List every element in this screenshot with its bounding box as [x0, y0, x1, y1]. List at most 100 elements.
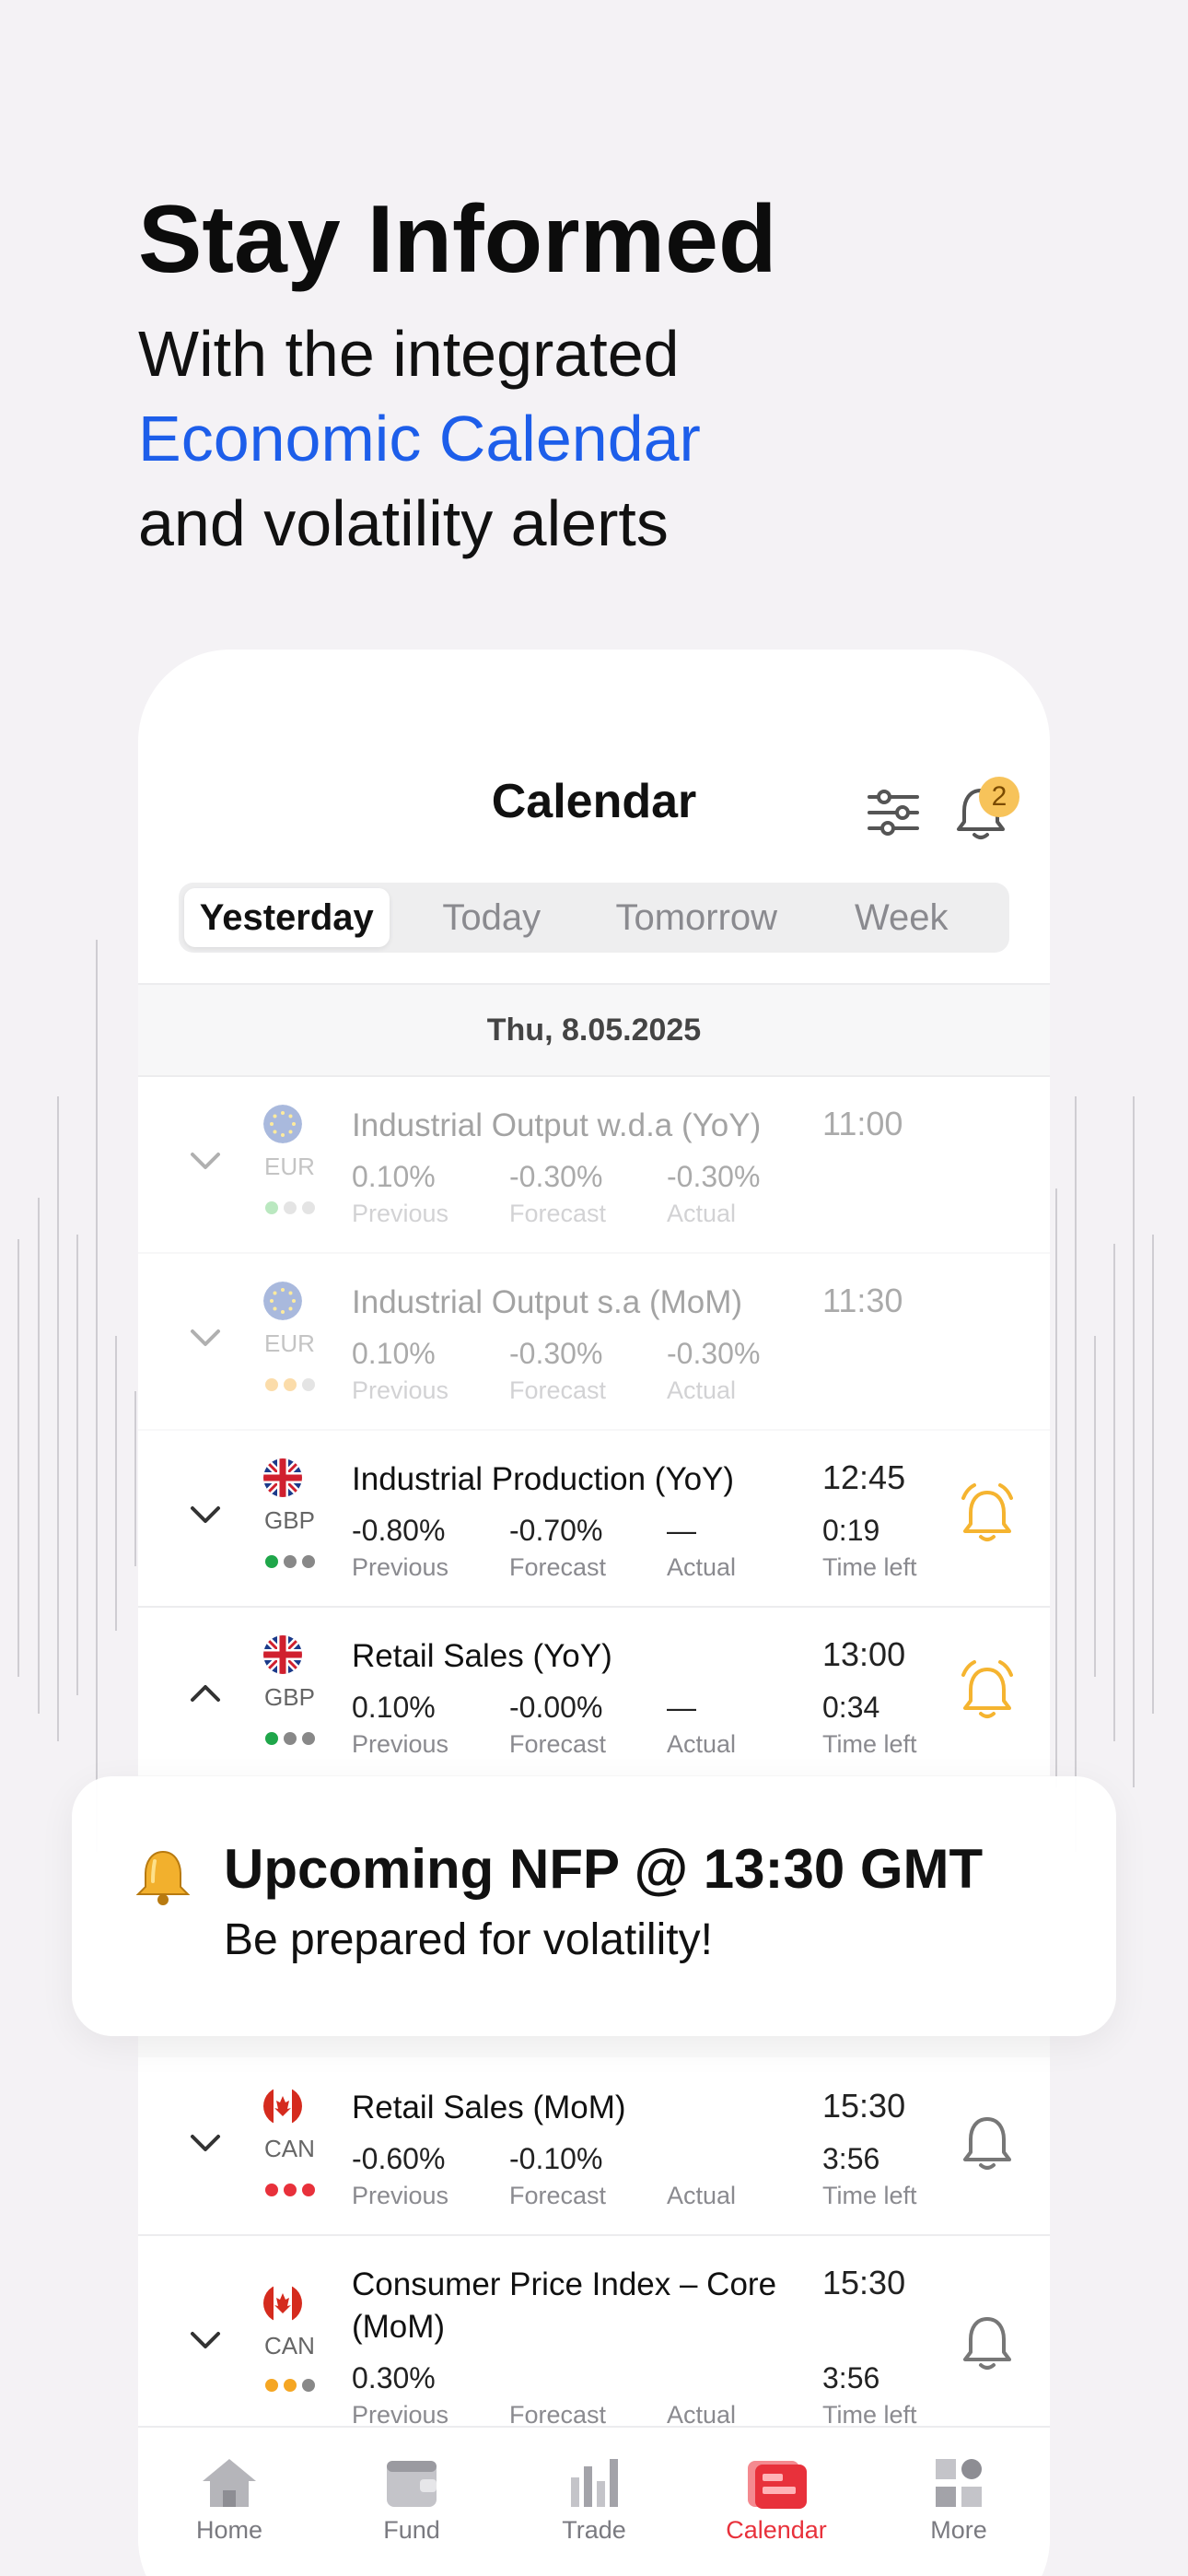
- tab-week[interactable]: Week: [799, 888, 1005, 947]
- eu-flag-icon: [263, 1105, 302, 1143]
- tab-tomorrow[interactable]: Tomorrow: [594, 888, 799, 947]
- tab-fund[interactable]: Fund: [320, 2428, 503, 2576]
- event-time: 15:30: [822, 2087, 906, 2125]
- forecast-label: Forecast: [509, 2182, 607, 2209]
- tab-more[interactable]: More: [868, 2428, 1050, 2576]
- previous-value: 0.10%: [352, 1337, 436, 1370]
- tab-home[interactable]: Home: [138, 2428, 320, 2576]
- alert-active-icon[interactable]: [958, 1481, 1017, 1546]
- impact-dot: [302, 1378, 315, 1391]
- previous-label: Previous: [352, 2182, 449, 2209]
- impact-dot: [265, 1732, 278, 1745]
- uk-flag-icon: [263, 1458, 302, 1497]
- eu-flag-icon: [263, 1282, 302, 1320]
- event-row[interactable]: CAN Retail Sales (MoM) 15:30 -0.60% Previ…: [138, 2059, 1050, 2236]
- impact-dot: [284, 1201, 297, 1214]
- event-row[interactable]: GBP Industrial Production (YoY) 12:45 -0…: [138, 1431, 1050, 1608]
- actual-label: Actual: [667, 1730, 737, 1758]
- wallet-icon: [387, 2461, 437, 2507]
- chevron-down-icon[interactable]: [189, 1328, 222, 1350]
- actual-value: [667, 2140, 824, 2177]
- tab-trade-label: Trade: [562, 2516, 626, 2544]
- bell-icon[interactable]: [958, 2110, 1017, 2174]
- chevron-down-icon[interactable]: [189, 1505, 222, 1527]
- event-time: 11:30: [822, 1282, 903, 1319]
- grid-icon: [936, 2459, 982, 2507]
- impact-dot: [284, 1378, 297, 1391]
- currency-code: GBP: [264, 1506, 315, 1534]
- event-title: Industrial Output w.d.a (YoY): [352, 1107, 762, 1143]
- notifications-badge: 2: [979, 777, 1019, 817]
- previous-label: Previous: [352, 1553, 449, 1581]
- forecast-value: [509, 2359, 667, 2396]
- forecast-value: -0.70%: [509, 1514, 603, 1547]
- impact-dot: [265, 2184, 278, 2196]
- time-left-label: Time left: [822, 1730, 917, 1758]
- toast-subtitle: Be prepared for volatility!: [224, 1915, 713, 1964]
- impact-dots: [265, 1201, 315, 1214]
- previous-value: 0.30%: [352, 2361, 436, 2395]
- previous-value: 0.10%: [352, 1160, 436, 1193]
- impact-dot: [302, 2184, 315, 2196]
- hero-line-accent: Economic Calendar: [138, 403, 701, 474]
- tab-fund-label: Fund: [383, 2516, 440, 2544]
- chevron-down-icon[interactable]: [189, 2330, 222, 2352]
- event-time: 13:00: [822, 1635, 906, 1673]
- event-title: Retail Sales (MoM): [352, 2090, 626, 2125]
- event-row[interactable]: EUR Industrial Output s.a (MoM) 11:30 0.…: [138, 1254, 1050, 1431]
- tab-today[interactable]: Today: [390, 888, 595, 947]
- forecast-label: Forecast: [509, 1553, 607, 1581]
- impact-dots: [265, 1378, 315, 1391]
- impact-dot: [302, 1555, 315, 1568]
- bell-emoji-icon: [135, 1850, 191, 1905]
- event-title: Retail Sales (YoY): [352, 1638, 612, 1674]
- impact-dots: [265, 2184, 315, 2196]
- time-left: 3:56 Time left: [822, 2140, 917, 2214]
- currency-code: EUR: [264, 1153, 315, 1180]
- actual-value: -0.30%: [667, 1337, 761, 1370]
- impact-dot: [302, 1201, 315, 1214]
- impact-dot: [265, 1201, 278, 1214]
- event-title: Industrial Production (YoY): [352, 1461, 735, 1497]
- previous-value: -0.60%: [352, 2142, 446, 2175]
- bell-icon[interactable]: [958, 2310, 1017, 2374]
- event-values: 0.30% Previous Forecast Actual: [352, 2359, 824, 2433]
- bottom-tab-bar: Home Fund Trade Calendar More: [138, 2426, 1050, 2576]
- impact-dots: [265, 2379, 315, 2392]
- previous-value: 0.10%: [352, 1691, 436, 1724]
- hero-title: Stay Informed: [138, 186, 777, 293]
- forecast-value: -0.30%: [509, 1337, 603, 1370]
- time-left-value: 0:34: [822, 1691, 880, 1724]
- event-row[interactable]: CAN Consumer Price Index – Core (MoM) 15…: [138, 2236, 1050, 2430]
- chevron-down-icon[interactable]: [189, 1151, 222, 1173]
- impact-dot: [302, 2379, 315, 2392]
- forecast-label: Forecast: [509, 1376, 607, 1404]
- event-values: 0.10% Previous -0.00% Forecast — Actual: [352, 1689, 824, 1762]
- chevron-up-icon[interactable]: [189, 1681, 222, 1704]
- impact-dot: [302, 1732, 315, 1745]
- chevron-down-icon[interactable]: [189, 2133, 222, 2155]
- impact-dot: [284, 1555, 297, 1568]
- event-row[interactable]: GBP Retail Sales (YoY) 13:00 0.10% Previo…: [138, 1608, 1050, 1785]
- tab-calendar[interactable]: Calendar: [685, 2428, 868, 2576]
- hero-subtitle: With the integrated Economic Calendar an…: [138, 311, 776, 566]
- impact-dot: [265, 2379, 278, 2392]
- home-icon: [203, 2459, 256, 2507]
- impact-dot: [284, 2379, 297, 2392]
- forecast-value: -0.10%: [509, 2142, 603, 2175]
- tab-trade[interactable]: Trade: [503, 2428, 685, 2576]
- event-row[interactable]: EUR Industrial Output w.d.a (YoY) 11:00 …: [138, 1077, 1050, 1254]
- actual-label: Actual: [667, 2182, 737, 2209]
- time-left: 0:19 Time left: [822, 1512, 917, 1586]
- nfp-alert-toast[interactable]: Upcoming NFP @ 13:30 GMT Be prepared for…: [72, 1776, 1116, 2036]
- calendar-icon: [748, 2461, 807, 2509]
- forecast-value: -0.00%: [509, 1691, 603, 1724]
- forecast-label: Forecast: [509, 1730, 607, 1758]
- time-left-value: 3:56: [822, 2142, 880, 2175]
- time-left-label: Time left: [822, 1553, 917, 1581]
- filter-icon[interactable]: [866, 788, 921, 837]
- tab-yesterday[interactable]: Yesterday: [184, 888, 390, 947]
- alert-active-icon[interactable]: [958, 1658, 1017, 1723]
- forecast-label: Forecast: [509, 1200, 607, 1227]
- time-left-value: 0:19: [822, 1514, 880, 1547]
